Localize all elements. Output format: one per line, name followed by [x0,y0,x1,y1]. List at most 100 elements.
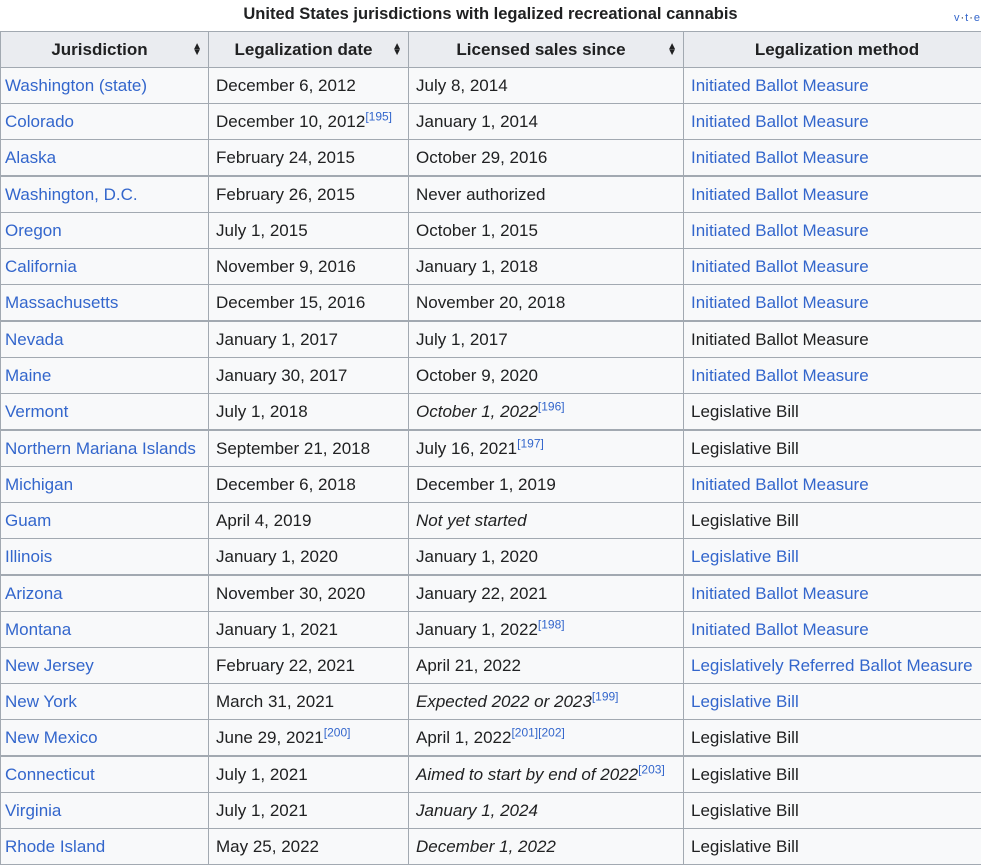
sort-arrows-icon[interactable]: ▲▼ [392,44,402,56]
jurisdiction-cell[interactable]: Washington, D.C. [1,176,209,213]
jurisdiction-cell[interactable]: Montana [1,612,209,648]
jurisdiction-link[interactable]: New York [5,692,77,711]
jurisdiction-cell[interactable]: Oregon [1,213,209,249]
jurisdiction-link[interactable]: Alaska [5,148,56,167]
citation-ref[interactable]: [201][202] [511,725,564,739]
legalization-date: December 15, 2016 [216,293,365,312]
citation-ref[interactable]: [198] [538,617,565,631]
table-row: MontanaJanuary 1, 2021January 1, 2022[19… [1,612,981,648]
legalization-method-link[interactable]: Legislative Bill [691,547,799,566]
jurisdiction-link[interactable]: Arizona [5,584,63,603]
legalization-method-link[interactable]: Legislative Bill [691,692,799,711]
jurisdiction-cell[interactable]: Washington (state) [1,68,209,104]
legalization-method-cell[interactable]: Legislatively Referred Ballot Measure [684,648,981,684]
jurisdiction-cell[interactable]: Massachusetts [1,285,209,322]
legalization-date-cell: July 1, 2021 [209,793,409,829]
legalization-method-link[interactable]: Initiated Ballot Measure [691,366,869,385]
jurisdiction-cell[interactable]: New Mexico [1,720,209,757]
legalization-method-link[interactable]: Initiated Ballot Measure [691,185,869,204]
legalization-method-cell[interactable]: Initiated Ballot Measure [684,612,981,648]
jurisdiction-cell[interactable]: Nevada [1,321,209,358]
jurisdiction-cell[interactable]: New York [1,684,209,720]
licensed-sales-cell: January 1, 2024 [409,793,684,829]
legalization-date-cell: July 1, 2018 [209,394,409,431]
jurisdiction-cell[interactable]: Michigan [1,467,209,503]
citation-ref[interactable]: [197] [517,436,544,450]
citation-ref[interactable]: [195] [365,109,392,123]
jurisdiction-link[interactable]: Connecticut [5,765,95,784]
jurisdiction-link[interactable]: Michigan [5,475,73,494]
jurisdiction-cell[interactable]: Guam [1,503,209,539]
jurisdiction-link[interactable]: Oregon [5,221,62,240]
legalization-method-link[interactable]: Initiated Ballot Measure [691,112,869,131]
legalization-method-cell[interactable]: Legislative Bill [684,539,981,576]
legalization-method-link[interactable]: Initiated Ballot Measure [691,221,869,240]
citation-ref[interactable]: [203] [638,762,665,776]
sort-arrows-icon[interactable]: ▲▼ [192,44,202,56]
jurisdiction-link[interactable]: Virginia [5,801,61,820]
legalization-method-link[interactable]: Initiated Ballot Measure [691,584,869,603]
legalization-date: January 1, 2017 [216,330,338,349]
jurisdiction-link[interactable]: Colorado [5,112,74,131]
jurisdiction-link[interactable]: Montana [5,620,71,639]
jurisdiction-cell[interactable]: Virginia [1,793,209,829]
legalization-method-cell[interactable]: Initiated Ballot Measure [684,104,981,140]
column-header-legalization-date[interactable]: Legalization date▲▼ [209,32,409,68]
jurisdiction-cell[interactable]: New Jersey [1,648,209,684]
legalization-method-cell: Legislative Bill [684,720,981,757]
legalization-method-cell[interactable]: Initiated Ballot Measure [684,176,981,213]
legalization-method-link[interactable]: Initiated Ballot Measure [691,257,869,276]
jurisdiction-cell[interactable]: Vermont [1,394,209,431]
legalization-method-link[interactable]: Initiated Ballot Measure [691,76,869,95]
jurisdiction-link[interactable]: Northern Mariana Islands [5,439,196,458]
table-row: ColoradoDecember 10, 2012[195]January 1,… [1,104,981,140]
legalization-method-cell[interactable]: Initiated Ballot Measure [684,358,981,394]
edit-template-link[interactable]: e [974,12,981,24]
legalization-method-cell[interactable]: Initiated Ballot Measure [684,285,981,322]
jurisdiction-link[interactable]: Illinois [5,547,52,566]
jurisdiction-cell[interactable]: Northern Mariana Islands [1,430,209,467]
licensed-sales-cell: December 1, 2019 [409,467,684,503]
legalization-method-cell[interactable]: Initiated Ballot Measure [684,140,981,177]
jurisdiction-link[interactable]: Washington, D.C. [5,185,138,204]
legalization-method-cell[interactable]: Initiated Ballot Measure [684,575,981,612]
jurisdiction-link[interactable]: Vermont [5,402,68,421]
column-header-jurisdiction[interactable]: Jurisdiction▲▼ [1,32,209,68]
legalization-method-cell[interactable]: Initiated Ballot Measure [684,213,981,249]
jurisdiction-cell[interactable]: Alaska [1,140,209,177]
licensed-sales-cell: October 1, 2022[196] [409,394,684,431]
legalization-method-cell[interactable]: Initiated Ballot Measure [684,249,981,285]
jurisdiction-cell[interactable]: Illinois [1,539,209,576]
jurisdiction-cell[interactable]: Colorado [1,104,209,140]
jurisdiction-link[interactable]: Washington (state) [5,76,147,95]
jurisdiction-cell[interactable]: Arizona [1,575,209,612]
citation-ref[interactable]: [199] [592,689,619,703]
jurisdiction-link[interactable]: Maine [5,366,51,385]
legalization-date-cell: January 1, 2021 [209,612,409,648]
legalization-method-link[interactable]: Initiated Ballot Measure [691,148,869,167]
jurisdiction-cell[interactable]: Connecticut [1,756,209,793]
column-header-licensed-sales[interactable]: Licensed sales since▲▼ [409,32,684,68]
legalization-method-cell[interactable]: Legislative Bill [684,684,981,720]
sort-arrows-icon[interactable]: ▲▼ [667,44,677,56]
jurisdiction-link[interactable]: New Mexico [5,728,98,747]
jurisdiction-link[interactable]: California [5,257,77,276]
citation-ref[interactable]: [196] [538,399,565,413]
jurisdiction-cell[interactable]: Maine [1,358,209,394]
citation-ref[interactable]: [200] [324,725,351,739]
legalization-method-cell[interactable]: Initiated Ballot Measure [684,467,981,503]
legalization-method-link[interactable]: Initiated Ballot Measure [691,475,869,494]
jurisdiction-cell[interactable]: California [1,249,209,285]
jurisdiction-link[interactable]: Nevada [5,330,64,349]
jurisdiction-link[interactable]: Massachusetts [5,293,118,312]
jurisdiction-link[interactable]: Rhode Island [5,837,105,856]
legalization-method-link[interactable]: Initiated Ballot Measure [691,620,869,639]
legalization-method-cell[interactable]: Initiated Ballot Measure [684,68,981,104]
column-header-legalization-method[interactable]: Legalization method▲▼ [684,32,981,68]
legalization-date-cell: February 22, 2021 [209,648,409,684]
jurisdiction-link[interactable]: New Jersey [5,656,94,675]
jurisdiction-link[interactable]: Guam [5,511,51,530]
jurisdiction-cell[interactable]: Rhode Island [1,829,209,865]
legalization-method-link[interactable]: Legislatively Referred Ballot Measure [691,656,973,675]
legalization-method-link[interactable]: Initiated Ballot Measure [691,293,869,312]
